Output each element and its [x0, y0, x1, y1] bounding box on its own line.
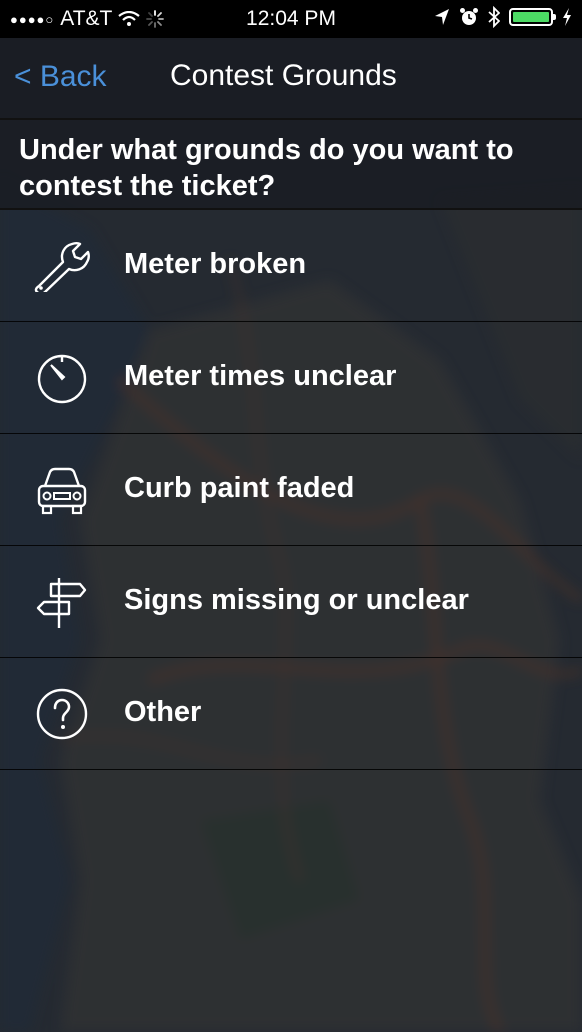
bluetooth-icon: [488, 6, 500, 28]
question-icon: [36, 688, 88, 740]
wrench-icon: [34, 242, 90, 292]
battery-icon: [509, 8, 556, 26]
signpost-icon: [36, 578, 87, 628]
battery-level: [513, 12, 549, 22]
status-right: [434, 6, 572, 28]
location-arrow-icon: [435, 9, 449, 25]
status-bar: ●●●●○ AT&T 12:04 PM: [0, 0, 582, 38]
alarm-clock-icon: [460, 8, 478, 25]
timer-icon: [37, 354, 87, 404]
option-meter-times-unclear[interactable]: Meter times unclear: [0, 322, 582, 434]
car-icon: [37, 467, 87, 515]
page-title: Contest Grounds: [170, 59, 397, 92]
option-signs-missing-or-unclear[interactable]: Signs missing or unclear: [0, 546, 582, 658]
charging-bolt-icon: [563, 8, 571, 26]
option-label: Signs missing or unclear: [124, 584, 469, 616]
option-curb-paint-faded[interactable]: Curb paint faded: [0, 434, 582, 546]
option-label: Meter broken: [124, 248, 307, 280]
option-label: Other: [124, 696, 202, 728]
option-label: Curb paint faded: [124, 472, 355, 504]
option-meter-broken[interactable]: Meter broken: [0, 210, 582, 322]
question-header: Under what grounds do you want to contes…: [0, 118, 582, 210]
option-label: Meter times unclear: [124, 360, 397, 392]
navigation-bar: < Back Contest Grounds: [0, 38, 582, 118]
option-other[interactable]: Other: [0, 658, 582, 770]
back-button[interactable]: < Back: [14, 60, 107, 94]
grounds-list: Meter broken Meter times unclear Curb pa…: [0, 210, 582, 770]
battery-tip: [553, 14, 556, 20]
question-text: Under what grounds do you want to contes…: [19, 134, 514, 202]
